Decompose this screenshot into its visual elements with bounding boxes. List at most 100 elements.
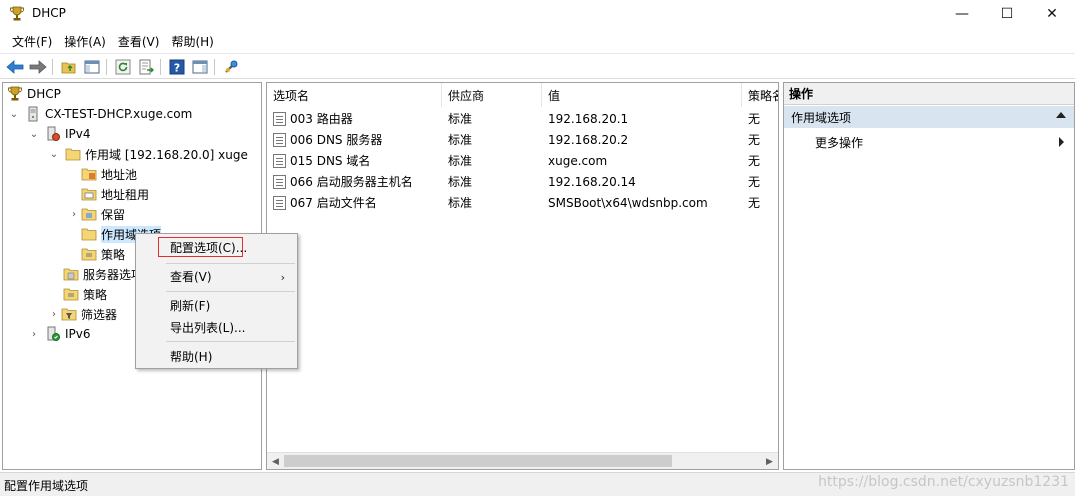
option-policy: 无 bbox=[748, 133, 761, 147]
option-value: 192.168.20.1 bbox=[548, 111, 629, 126]
chevron-down-icon[interactable]: ⌄ bbox=[7, 107, 21, 121]
maximize-button[interactable]: ☐ bbox=[984, 0, 1030, 28]
scope-options-icon bbox=[81, 226, 97, 242]
close-button[interactable]: ✕ bbox=[1029, 0, 1075, 28]
menu-item-label: 导出列表(L)... bbox=[170, 320, 246, 335]
toolbar: ? bbox=[0, 53, 1075, 79]
export-list-icon[interactable] bbox=[136, 57, 156, 77]
submenu-arrow-icon: › bbox=[280, 271, 285, 284]
column-header-policy-name[interactable]: 策略名 bbox=[742, 83, 778, 107]
tree-label: CX-TEST-DHCP.xuge.com bbox=[45, 107, 193, 121]
filter-icon bbox=[61, 306, 77, 322]
table-row[interactable]: 066 启动服务器主机名 标准 192.168.20.14 无 bbox=[267, 171, 778, 192]
actions-header: 操作 bbox=[784, 83, 1074, 105]
scrollbar-thumb[interactable] bbox=[284, 455, 672, 467]
tree-label: DHCP bbox=[27, 87, 61, 101]
tree-node-dhcp[interactable]: DHCP bbox=[7, 84, 61, 104]
highlight-box bbox=[158, 237, 243, 257]
menu-item-label: 刷新(F) bbox=[170, 298, 211, 313]
option-value: SMSBoot\x64\wdsnbp.com bbox=[548, 195, 708, 210]
up-folder-icon[interactable] bbox=[59, 57, 79, 77]
option-policy: 无 bbox=[748, 154, 761, 168]
tree-node-scope[interactable]: ⌄ 作用域 [192.168.20.0] xuge bbox=[47, 144, 248, 164]
chevron-right-icon[interactable]: › bbox=[47, 307, 61, 321]
back-arrow-icon[interactable] bbox=[5, 57, 25, 77]
table-row[interactable]: 015 DNS 域名 标准 xuge.com 无 bbox=[267, 150, 778, 171]
tree-label: 策略 bbox=[101, 247, 126, 262]
minimize-button[interactable]: — bbox=[939, 0, 985, 28]
tree-label: IPv6 bbox=[65, 327, 91, 341]
policy-icon bbox=[81, 246, 97, 262]
actions-section-scope-options[interactable]: 作用域选项 bbox=[784, 106, 1074, 128]
menu-item-view[interactable]: 查看(V) › bbox=[136, 265, 297, 287]
server-options-icon bbox=[63, 266, 79, 282]
menu-file[interactable]: 文件(F) bbox=[6, 30, 58, 52]
dhcp-tools-icon[interactable] bbox=[221, 57, 241, 77]
show-hide-tree-icon[interactable] bbox=[82, 57, 102, 77]
menu-view[interactable]: 查看(V) bbox=[112, 30, 166, 52]
address-pool-icon bbox=[81, 166, 97, 182]
option-vendor: 标准 bbox=[448, 112, 473, 126]
tree-label: 服务器选项 bbox=[83, 267, 144, 282]
option-document-icon bbox=[273, 111, 286, 126]
tree-node-ipv4[interactable]: ⌄ IPv4 bbox=[27, 124, 91, 144]
option-name: 066 启动服务器主机名 bbox=[290, 175, 413, 189]
tree-node-policies[interactable]: 策略 bbox=[63, 284, 107, 304]
table-row[interactable]: 067 启动文件名 标准 SMSBoot\x64\wdsnbp.com 无 bbox=[267, 192, 778, 213]
option-value: 192.168.20.2 bbox=[548, 132, 629, 147]
menu-help[interactable]: 帮助(H) bbox=[165, 30, 219, 52]
collapse-up-icon[interactable] bbox=[1056, 112, 1066, 118]
table-row[interactable]: 003 路由器 标准 192.168.20.1 无 bbox=[267, 108, 778, 129]
option-policy: 无 bbox=[748, 196, 761, 210]
table-row[interactable]: 006 DNS 服务器 标准 192.168.20.2 无 bbox=[267, 129, 778, 150]
server-icon bbox=[25, 106, 41, 122]
menu-item-refresh[interactable]: 刷新(F) bbox=[136, 294, 297, 316]
option-name: 015 DNS 域名 bbox=[290, 154, 371, 168]
ipv4-icon bbox=[45, 126, 61, 142]
tree-node-policies-scope[interactable]: 策略 bbox=[81, 244, 125, 264]
tree-node-server[interactable]: ⌄ CX-TEST-DHCP.xuge.com bbox=[7, 104, 192, 124]
scroll-right-icon[interactable]: ▶ bbox=[761, 453, 778, 469]
menu-item-export-list[interactable]: 导出列表(L)... bbox=[136, 316, 297, 338]
svg-text:?: ? bbox=[174, 62, 180, 75]
help-icon[interactable]: ? bbox=[167, 57, 187, 77]
menu-action[interactable]: 操作(A) bbox=[58, 30, 112, 52]
tree-node-reservations[interactable]: › 保留 bbox=[67, 204, 125, 224]
policy-icon bbox=[63, 286, 79, 302]
column-header-option-name[interactable]: 选项名 bbox=[267, 83, 442, 107]
chevron-right-icon[interactable]: › bbox=[67, 207, 81, 221]
tree-label: 地址池 bbox=[101, 167, 138, 182]
show-action-pane-icon[interactable] bbox=[190, 57, 210, 77]
submenu-arrow-icon bbox=[1059, 137, 1064, 147]
tree-node-address-pool[interactable]: 地址池 bbox=[81, 164, 137, 184]
more-actions-item[interactable]: 更多操作 bbox=[784, 131, 1074, 153]
option-policy: 无 bbox=[748, 175, 761, 189]
tree-node-address-leases[interactable]: 地址租用 bbox=[81, 184, 149, 204]
option-value: 192.168.20.14 bbox=[548, 174, 636, 189]
refresh-icon[interactable] bbox=[113, 57, 133, 77]
option-document-icon bbox=[273, 153, 286, 168]
tree-node-server-options[interactable]: 服务器选项 bbox=[63, 264, 143, 284]
scroll-left-icon[interactable]: ◀ bbox=[267, 453, 284, 469]
column-header-value[interactable]: 值 bbox=[542, 83, 742, 107]
chevron-down-icon[interactable]: ⌄ bbox=[47, 147, 61, 161]
menu-item-help[interactable]: 帮助(H) bbox=[136, 345, 297, 367]
option-name: 067 启动文件名 bbox=[290, 196, 377, 210]
dhcp-trophy-icon bbox=[9, 6, 25, 22]
status-bar: 配置作用域选项 https://blog.csdn.net/cxyuzsnb12… bbox=[0, 472, 1075, 496]
chevron-down-icon[interactable]: ⌄ bbox=[27, 127, 41, 141]
chevron-right-icon[interactable]: › bbox=[27, 327, 41, 341]
more-actions-label: 更多操作 bbox=[815, 135, 864, 150]
column-header-vendor[interactable]: 供应商 bbox=[442, 83, 542, 107]
tree-node-ipv6[interactable]: › IPv6 bbox=[27, 324, 91, 344]
tree-node-filters[interactable]: › 筛选器 bbox=[47, 304, 117, 324]
window-title: DHCP bbox=[32, 6, 66, 20]
forward-arrow-icon[interactable] bbox=[28, 57, 48, 77]
menu-item-label: 帮助(H) bbox=[170, 349, 213, 364]
option-document-icon bbox=[273, 195, 286, 210]
options-list[interactable]: 选项名 供应商 值 策略名 003 路由器 标准 192.168.20.1 无 … bbox=[266, 82, 779, 470]
title-bar: DHCP — ☐ ✕ bbox=[0, 0, 1075, 28]
tree-label: 保留 bbox=[101, 207, 126, 222]
horizontal-scrollbar[interactable]: ◀ ▶ bbox=[267, 452, 778, 469]
option-document-icon bbox=[273, 132, 286, 147]
